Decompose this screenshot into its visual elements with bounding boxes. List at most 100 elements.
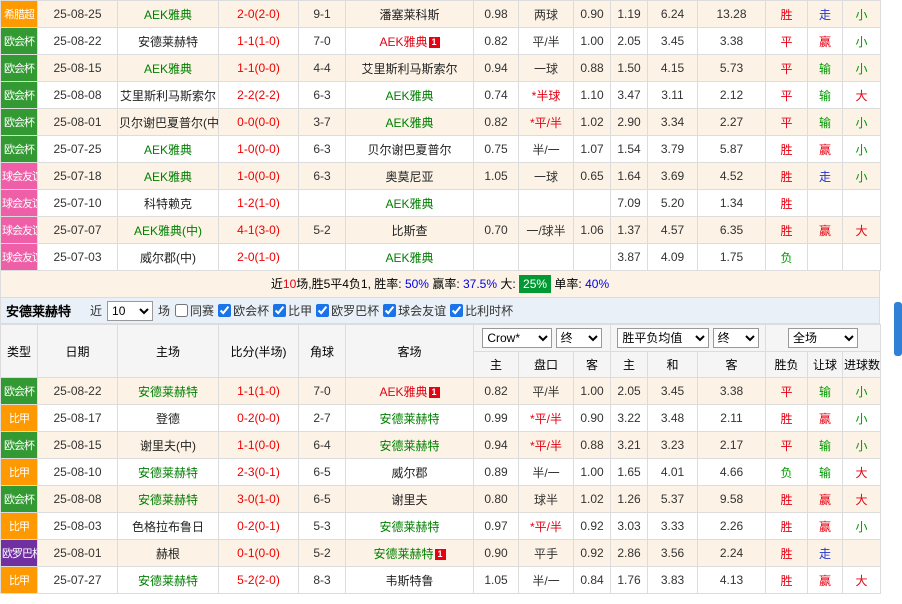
score-cell: 2-0(1-0) <box>219 244 299 271</box>
away-team-cell: 谢里夫 <box>346 486 474 513</box>
euro-home-odds-cell: 1.76 <box>611 567 648 594</box>
checkbox-input[interactable] <box>450 304 463 317</box>
team-name[interactable]: 威尔郡 <box>391 466 427 480</box>
match-row: 比甲25-08-10安德莱赫特2-3(0-1)6-5威尔郡0.89半/一1.00… <box>1 459 881 486</box>
checkbox-input[interactable] <box>316 304 329 317</box>
team-name[interactable]: 韦斯特鲁 <box>385 574 433 588</box>
team-name[interactable]: 登德 <box>156 412 180 426</box>
filter-checkbox-欧会杯[interactable]: 欧会杯 <box>218 302 269 319</box>
filter-checkbox-比甲[interactable]: 比甲 <box>273 302 312 319</box>
team-name[interactable]: AEK雅典1 <box>379 35 439 49</box>
team-name[interactable]: AEK雅典1 <box>379 385 439 399</box>
asian-home-odds-cell: 0.98 <box>474 1 519 28</box>
corners-cell: 5-3 <box>299 513 346 540</box>
odds-time-select[interactable]: 终 <box>556 328 602 348</box>
score-cell: 1-1(1-0) <box>219 378 299 405</box>
team-name[interactable]: AEK雅典 <box>144 170 192 184</box>
match-result-cell: 平 <box>766 378 808 405</box>
team-name[interactable]: 安德莱赫特 <box>379 439 439 453</box>
home-team-cell: AEK雅典 <box>118 163 219 190</box>
league-cell: 欧会杯 <box>1 28 38 55</box>
team-name[interactable]: 贝尔谢巴夏普尔(中) <box>119 116 219 130</box>
team-name[interactable]: 谢里夫 <box>391 493 427 507</box>
red-card-badge: 1 <box>435 549 446 560</box>
handicap-result-cell: 赢 <box>808 567 843 594</box>
team-name[interactable]: 安德莱赫特 <box>138 35 198 49</box>
handicap-result-cell: 输 <box>808 55 843 82</box>
filter-checkbox-比利时杯[interactable]: 比利时杯 <box>450 302 513 319</box>
summary-segment: 近 <box>271 277 283 291</box>
team-name[interactable]: 奥莫尼亚 <box>385 170 433 184</box>
handicap-cell <box>519 190 574 217</box>
scope-select[interactable]: 全场 <box>788 328 858 348</box>
goals-result-cell: 大 <box>843 567 881 594</box>
handicap-cell: *平/半 <box>519 109 574 136</box>
team-name[interactable]: AEK雅典 <box>144 8 192 22</box>
date-cell: 25-08-01 <box>38 540 118 567</box>
team-name[interactable]: AEK雅典 <box>385 197 433 211</box>
home-team-cell: 安德莱赫特 <box>118 28 219 55</box>
checkbox-label-text: 球会友谊 <box>398 302 446 319</box>
checkbox-input[interactable] <box>175 304 188 317</box>
goals-result-cell: 小 <box>843 109 881 136</box>
filter-checkbox-同赛[interactable]: 同赛 <box>175 302 214 319</box>
team-name[interactable]: 安德莱赫特 <box>138 385 198 399</box>
recent-label: 近 <box>90 302 102 319</box>
team-name[interactable]: AEK雅典 <box>144 62 192 76</box>
recent-count-select[interactable]: 10 <box>107 301 153 321</box>
score-cell: 4-1(3-0) <box>219 217 299 244</box>
checkbox-input[interactable] <box>383 304 396 317</box>
euro-draw-odds-cell: 3.48 <box>648 405 698 432</box>
euro-home-odds-cell: 1.64 <box>611 163 648 190</box>
corners-cell <box>299 244 346 271</box>
match-row: 欧会杯25-08-01贝尔谢巴夏普尔(中)0-0(0-0)3-7AEK雅典0.8… <box>1 109 881 136</box>
team-name[interactable]: AEK雅典 <box>144 143 192 157</box>
euro-time-select[interactable]: 终 <box>713 328 759 348</box>
team-name[interactable]: AEK雅典(中) <box>134 224 202 238</box>
asian-home-odds-cell: 0.99 <box>474 405 519 432</box>
match-row: 比甲25-07-27安德莱赫特5-2(2-0)8-3韦斯特鲁1.05半/一0.8… <box>1 567 881 594</box>
euro-draw-odds-cell: 4.09 <box>648 244 698 271</box>
team-name[interactable]: AEK雅典 <box>385 251 433 265</box>
team-name[interactable]: AEK雅典 <box>385 116 433 130</box>
team-name[interactable]: 安德莱赫特 <box>138 466 198 480</box>
league-cell: 欧会杯 <box>1 109 38 136</box>
team-name[interactable]: 安德莱赫特1 <box>373 547 445 561</box>
team-name[interactable]: 安德莱赫特 <box>138 493 198 507</box>
col-header-date: 日期 <box>38 325 118 378</box>
scrollbar-thumb[interactable] <box>894 302 902 356</box>
team-name[interactable]: 科特赖克 <box>144 197 192 211</box>
team-name[interactable]: 赫根 <box>156 547 180 561</box>
away-team-cell: 安德莱赫特 <box>346 432 474 459</box>
team-name[interactable]: 艾里斯利马斯索尔 <box>361 62 457 76</box>
team-name[interactable]: 贝尔谢巴夏普尔 <box>367 143 451 157</box>
team-name[interactable]: 威尔郡(中) <box>140 251 196 265</box>
score-cell: 1-1(1-0) <box>219 28 299 55</box>
team-name[interactable]: 谢里夫(中) <box>140 439 196 453</box>
team-name[interactable]: 色格拉布鲁日 <box>132 520 204 534</box>
team-name[interactable]: 艾里斯利马斯索尔 <box>120 89 216 103</box>
filter-checkbox-欧罗巴杯[interactable]: 欧罗巴杯 <box>316 302 379 319</box>
euro-odds-select[interactable]: 胜平负均值 <box>617 328 709 348</box>
checkbox-input[interactable] <box>273 304 286 317</box>
games-label: 场 <box>158 302 170 319</box>
away-team-cell: 奥莫尼亚 <box>346 163 474 190</box>
checkbox-input[interactable] <box>218 304 231 317</box>
team-name[interactable]: 安德莱赫特 <box>379 520 439 534</box>
team-name[interactable]: 安德莱赫特 <box>379 412 439 426</box>
filter-checkbox-球会友谊[interactable]: 球会友谊 <box>383 302 446 319</box>
away-team-cell: 比斯查 <box>346 217 474 244</box>
odds-source-select[interactable]: Crow* <box>482 328 552 348</box>
team-name[interactable]: 安德莱赫特 <box>138 574 198 588</box>
team-name[interactable]: 比斯查 <box>391 224 427 238</box>
euro-away-odds-cell: 5.73 <box>698 55 766 82</box>
anderlecht-history-table: 类型 日期 主场 比分(半场) 角球 客场 Crow* 终 胜平负均值 终 全场 <box>0 324 881 594</box>
sub-header-euro-away: 客 <box>698 352 766 378</box>
team-name[interactable]: AEK雅典 <box>385 89 433 103</box>
league-cell: 比甲 <box>1 459 38 486</box>
team-name[interactable]: 潘塞莱科斯 <box>379 8 439 22</box>
away-team-cell: AEK雅典 <box>346 190 474 217</box>
date-cell: 25-07-10 <box>38 190 118 217</box>
asian-home-odds-cell: 0.74 <box>474 82 519 109</box>
date-cell: 25-08-15 <box>38 55 118 82</box>
